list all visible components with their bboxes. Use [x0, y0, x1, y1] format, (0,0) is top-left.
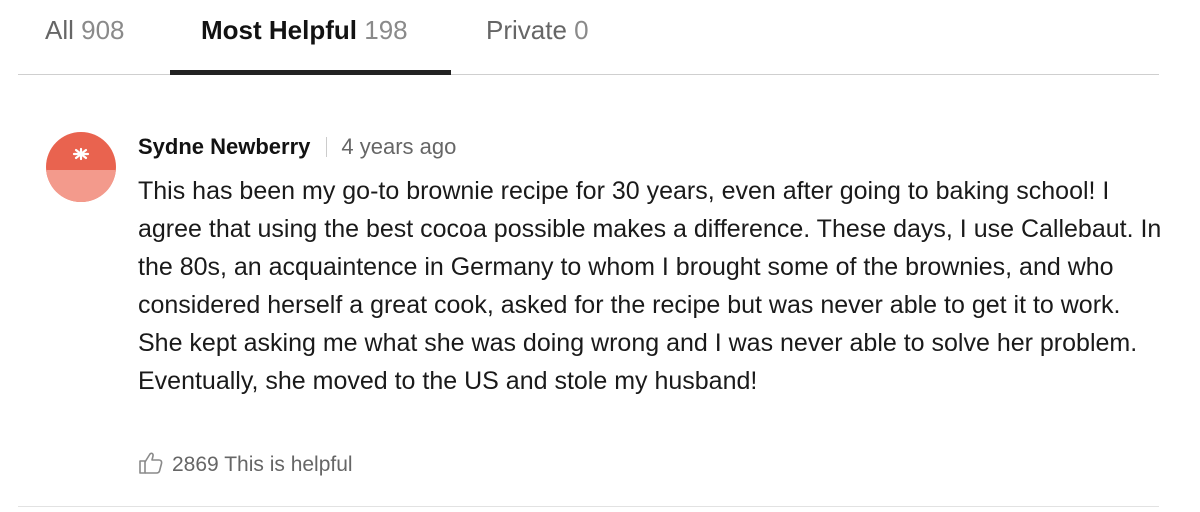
tab-private[interactable]: Private 0	[486, 10, 589, 50]
tab-all-count: 908	[81, 15, 125, 45]
comment-author[interactable]: Sydne Newberry	[138, 134, 310, 159]
helpful-label: This is helpful	[224, 453, 353, 476]
tab-all-label: All	[45, 15, 74, 45]
tab-most-helpful[interactable]: Most Helpful 198	[201, 10, 408, 50]
comment: Sydne Newberry 4 years ago This has been …	[0, 118, 1200, 488]
tab-private-count: 0	[574, 15, 589, 45]
tab-most-helpful-count: 198	[364, 15, 408, 45]
comment-filter-tabs: All 908 Most Helpful 198 Private 0	[18, 0, 1159, 76]
comment-header: Sydne Newberry 4 years ago	[138, 130, 456, 164]
comment-timestamp: 4 years ago	[341, 134, 457, 159]
tab-most-helpful-label: Most Helpful	[201, 15, 357, 45]
active-tab-indicator	[170, 70, 451, 75]
thumbs-up-icon	[138, 451, 164, 475]
comment-body: This has been my go-to brownie recipe fo…	[138, 177, 1162, 395]
tab-all[interactable]: All 908	[45, 10, 125, 50]
comment-divider	[18, 506, 1159, 507]
helpful-button[interactable]: 2869 This is helpful	[138, 450, 353, 480]
helpful-count: 2869	[172, 453, 219, 476]
header-separator	[326, 137, 328, 157]
tomato-icon	[46, 132, 116, 202]
tab-private-label: Private	[486, 15, 567, 45]
